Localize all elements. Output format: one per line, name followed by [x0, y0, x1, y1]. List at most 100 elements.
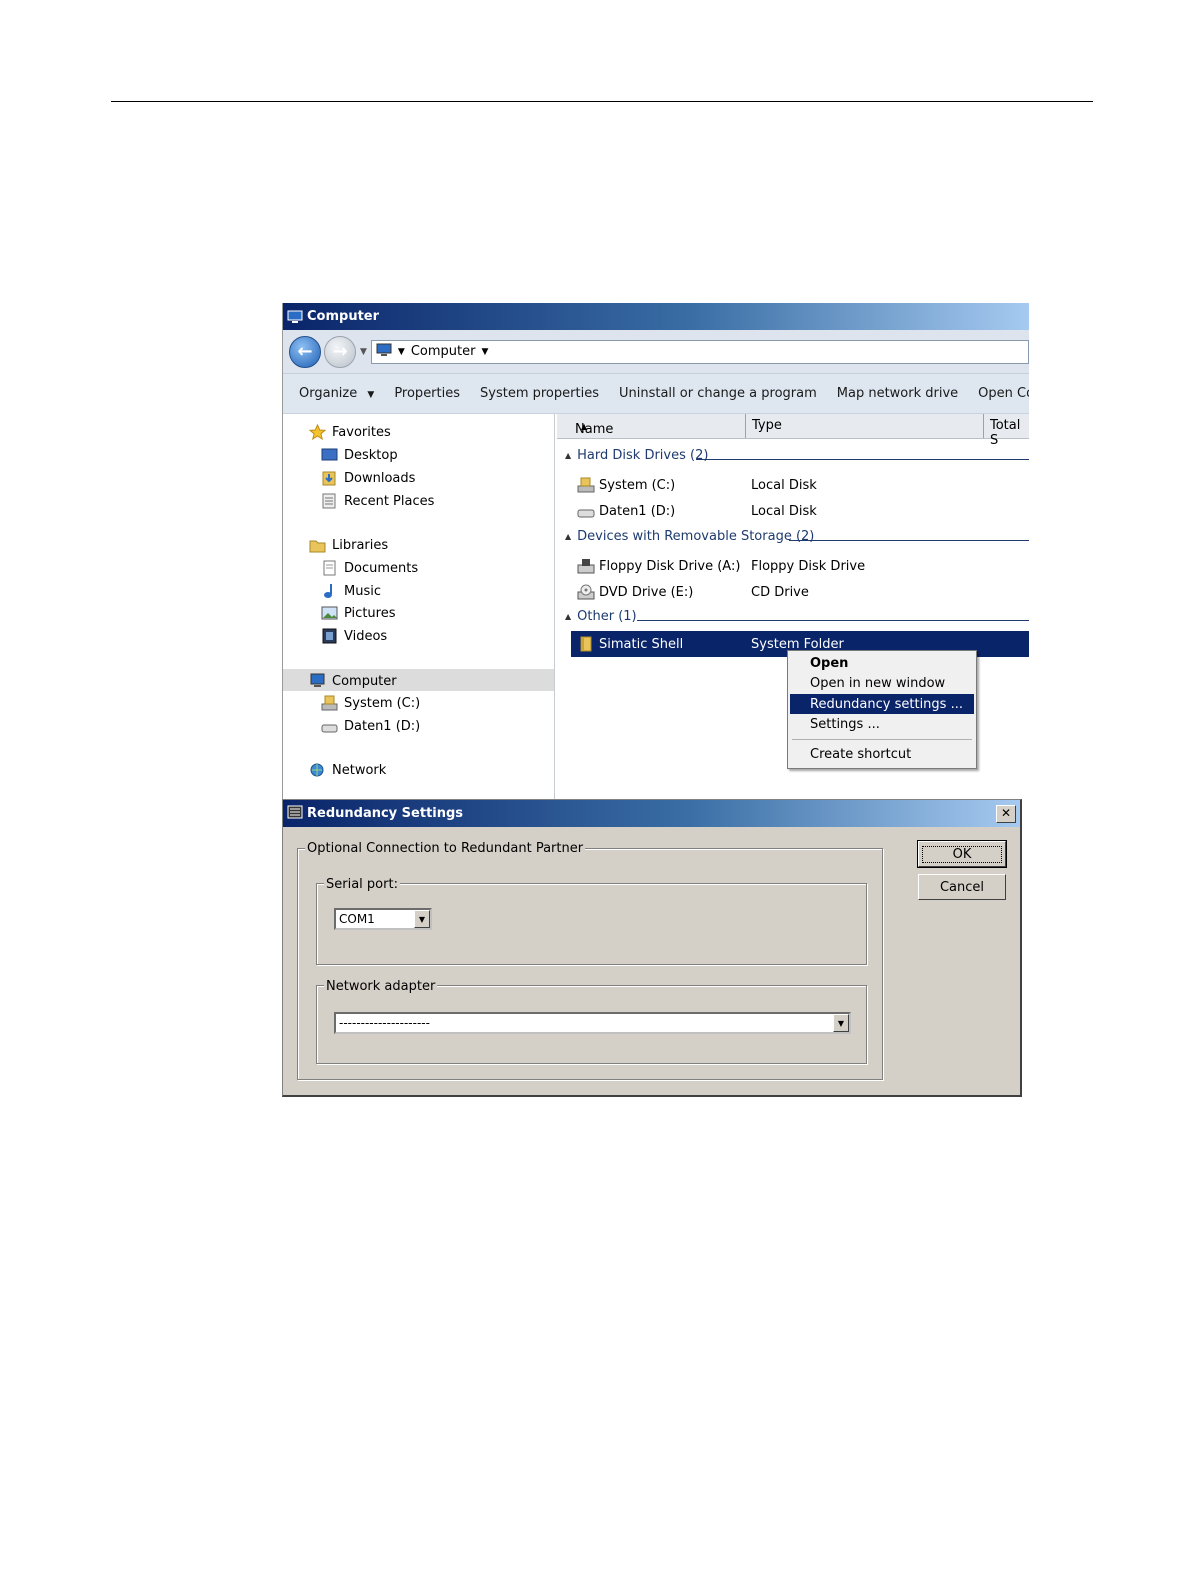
collapse-icon: ▲	[565, 451, 572, 460]
group-header-removable-storage[interactable]: ▲ Devices with Removable Storage (2)	[565, 529, 814, 544]
redundant-partner-group-label: Optional Connection to Redundant Partner	[305, 841, 586, 856]
nav-item-libraries[interactable]: Libraries	[309, 535, 388, 555]
nav-item-network[interactable]: Network	[309, 760, 386, 780]
downloads-icon	[321, 470, 338, 486]
redundancy-settings-dialog: Redundancy Settings ✕ Optional Connectio…	[282, 799, 1022, 1097]
organize-button[interactable]: Organize ▼	[299, 386, 374, 401]
nav-item-music[interactable]: Music	[321, 581, 381, 601]
breadcrumb-dropdown-icon[interactable]: ▼	[481, 347, 488, 357]
map-network-drive-button[interactable]: Map network drive	[837, 386, 958, 401]
folder-icon	[577, 636, 595, 652]
dropdown-arrow-icon[interactable]: ▼	[414, 910, 430, 928]
explorer-title: Computer	[307, 309, 380, 324]
list-item-system-c[interactable]: System (C:)	[577, 474, 675, 496]
hard-drive-icon	[577, 503, 595, 519]
address-bar: ← → ▼ ▼ Computer ▼	[283, 330, 1029, 374]
forward-button[interactable]: →	[324, 335, 356, 368]
system-drive-icon	[321, 695, 338, 711]
list-item-floppy-a[interactable]: Floppy Disk Drive (A:)	[577, 555, 740, 577]
context-menu: Open Open in new window Redundancy setti…	[787, 650, 977, 769]
column-header-row: Name ▲ Type Total S	[557, 414, 1029, 448]
nav-item-pictures[interactable]: Pictures	[321, 603, 395, 623]
group-divider	[696, 459, 1029, 460]
close-button[interactable]: ✕	[996, 805, 1016, 823]
address-box[interactable]: ▼ Computer ▼	[370, 339, 1029, 364]
nav-item-downloads[interactable]: Downloads	[321, 468, 415, 488]
system-drive-icon	[577, 477, 595, 493]
computer-icon	[309, 673, 326, 689]
menu-item-open[interactable]: Open	[790, 653, 974, 673]
nav-item-computer[interactable]: Computer	[309, 671, 397, 691]
menu-item-settings[interactable]: Settings ...	[790, 714, 974, 734]
address-text[interactable]: Computer	[411, 344, 476, 359]
floppy-drive-icon	[577, 558, 595, 574]
collapse-icon: ▲	[565, 612, 572, 621]
list-item-type: CD Drive	[751, 584, 809, 600]
network-adapter-value: ---------------------	[339, 1016, 430, 1030]
column-header-total-size[interactable]: Total S	[990, 418, 1029, 448]
documents-icon	[321, 560, 338, 576]
serial-port-value: COM1	[339, 912, 375, 926]
menu-item-redundancy-settings[interactable]: Redundancy settings ...	[790, 694, 974, 714]
list-item-simatic-shell[interactable]: Simatic Shell	[577, 633, 683, 655]
nav-item-favorites[interactable]: Favorites	[308, 422, 391, 442]
nav-item-daten-d[interactable]: Daten1 (D:)	[321, 716, 420, 736]
cancel-button[interactable]: Cancel	[918, 874, 1006, 900]
chevron-down-icon: ▼	[367, 390, 375, 400]
desktop-icon	[321, 447, 338, 463]
network-adapter-select[interactable]: --------------------- ▼	[334, 1012, 851, 1034]
column-header-type[interactable]: Type	[752, 418, 782, 433]
nav-item-recent-places[interactable]: Recent Places	[321, 491, 434, 511]
breadcrumb-arrow-icon[interactable]: ▼	[398, 347, 405, 357]
list-item-type: Floppy Disk Drive	[751, 558, 866, 574]
properties-button[interactable]: Properties	[394, 386, 460, 401]
network-icon	[309, 762, 326, 778]
music-icon	[321, 583, 338, 599]
ok-button[interactable]: OK	[917, 840, 1007, 868]
list-item-dvd-e[interactable]: DVD Drive (E:)	[577, 581, 693, 603]
dialog-app-icon	[287, 805, 303, 823]
page-top-rule	[111, 101, 1093, 102]
videos-icon	[321, 628, 338, 644]
libraries-icon	[309, 537, 326, 553]
computer-icon	[376, 343, 392, 361]
star-icon	[308, 423, 327, 441]
nav-item-system-c[interactable]: System (C:)	[321, 693, 420, 713]
command-bar: Organize ▼ Properties System properties …	[283, 374, 1029, 414]
menu-item-create-shortcut[interactable]: Create shortcut	[790, 744, 974, 764]
recent-places-icon	[321, 493, 338, 509]
list-item-daten-d[interactable]: Daten1 (D:)	[577, 500, 675, 522]
collapse-icon: ▲	[565, 532, 572, 541]
system-properties-button[interactable]: System properties	[480, 386, 599, 401]
back-button[interactable]: ←	[289, 335, 321, 368]
sort-up-icon: ▲	[581, 422, 588, 431]
nav-item-videos[interactable]: Videos	[321, 626, 387, 646]
dvd-drive-icon	[577, 584, 595, 600]
column-separator[interactable]	[745, 414, 746, 438]
pictures-icon	[321, 605, 338, 621]
nav-item-desktop[interactable]: Desktop	[321, 445, 398, 465]
serial-port-select[interactable]: COM1 ▼	[334, 908, 432, 930]
navigation-pane: Favorites Desktop Downloads Recent Place…	[283, 414, 555, 799]
group-header-hard-disk-drives[interactable]: ▲ Hard Disk Drives (2)	[565, 448, 708, 463]
group-divider	[637, 620, 1029, 621]
explorer-titlebar[interactable]: Computer	[283, 303, 1029, 330]
group-header-other[interactable]: ▲ Other (1)	[565, 609, 637, 624]
dialog-title: Redundancy Settings	[307, 806, 464, 821]
hard-drive-icon	[321, 718, 338, 734]
list-item-type: Local Disk	[751, 503, 817, 519]
uninstall-program-button[interactable]: Uninstall or change a program	[619, 386, 817, 401]
list-item-type: Local Disk	[751, 477, 817, 493]
menu-item-open-new-window[interactable]: Open in new window	[790, 673, 974, 693]
dropdown-arrow-icon[interactable]: ▼	[833, 1014, 849, 1032]
network-adapter-label: Network adapter	[324, 979, 438, 994]
nav-item-documents[interactable]: Documents	[321, 558, 418, 578]
serial-port-label: Serial port:	[324, 877, 400, 892]
column-separator[interactable]	[983, 414, 984, 438]
open-control-panel-button[interactable]: Open Control Panel	[978, 386, 1029, 401]
history-dropdown-icon[interactable]: ▼	[360, 347, 367, 357]
dialog-titlebar[interactable]: Redundancy Settings ✕	[283, 800, 1020, 827]
menu-separator	[792, 739, 972, 740]
computer-icon	[287, 310, 303, 324]
group-divider	[789, 540, 1029, 541]
